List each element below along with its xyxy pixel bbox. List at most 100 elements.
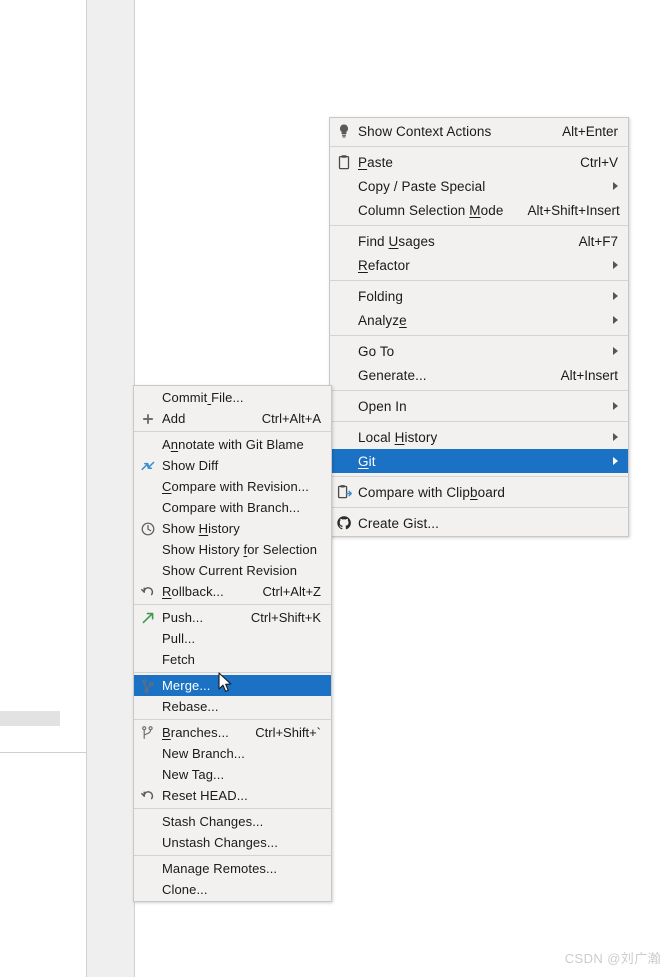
branch-icon bbox=[138, 725, 158, 741]
menu-item-label: Compare with Branch... bbox=[162, 500, 301, 515]
submenu-chevron-icon bbox=[613, 316, 618, 324]
menu-item-new-tag[interactable]: New Tag... bbox=[134, 764, 331, 785]
menu-item-refactor[interactable]: Refactor bbox=[330, 253, 628, 277]
menu-item-compare-with-branch[interactable]: Compare with Branch... bbox=[134, 497, 331, 518]
menu-item-label: Copy / Paste Special bbox=[358, 178, 486, 194]
menu-item-commit-file[interactable]: Commit File... bbox=[134, 387, 331, 408]
no-icon-spacer bbox=[138, 882, 158, 898]
menu-item-manage-remotes[interactable]: Manage Remotes... bbox=[134, 858, 331, 879]
menu-item-show-history[interactable]: Show History bbox=[134, 518, 331, 539]
menu-separator bbox=[134, 431, 331, 432]
github-icon bbox=[337, 516, 351, 530]
clock-icon bbox=[141, 522, 155, 535]
no-icon-spacer bbox=[334, 257, 354, 273]
no-icon-spacer bbox=[138, 835, 158, 851]
menu-item-local-history[interactable]: Local History bbox=[330, 425, 628, 449]
menu-separator bbox=[330, 335, 628, 336]
plus-icon bbox=[143, 413, 153, 424]
editor-gutter bbox=[86, 0, 135, 977]
menu-item-rollback[interactable]: Rollback... Ctrl+Alt+Z bbox=[134, 581, 331, 602]
no-icon-spacer bbox=[334, 178, 354, 194]
menu-item-stash-changes[interactable]: Stash Changes... bbox=[134, 811, 331, 832]
menu-item-open-in[interactable]: Open In bbox=[330, 394, 628, 418]
menu-item-merge[interactable]: Merge... bbox=[134, 675, 331, 696]
menu-item-analyze[interactable]: Analyze bbox=[330, 308, 628, 332]
menu-item-generate[interactable]: Generate... Alt+Insert bbox=[330, 363, 628, 387]
menu-item-show-diff[interactable]: Show Diff bbox=[134, 455, 331, 476]
menu-item-label: Show Diff bbox=[162, 458, 219, 473]
menu-item-label: Git bbox=[358, 453, 376, 469]
menu-separator bbox=[134, 604, 331, 605]
menu-item-accelerator: Alt+Insert bbox=[560, 367, 618, 383]
diff-arrows-icon bbox=[141, 461, 155, 470]
menu-item-clone[interactable]: Clone... bbox=[134, 879, 331, 900]
menu-item-accelerator: Ctrl+Shift+` bbox=[255, 725, 321, 740]
menu-item-folding[interactable]: Folding bbox=[330, 284, 628, 308]
menu-item-paste[interactable]: Paste Ctrl+V bbox=[330, 150, 628, 174]
menu-item-create-gist[interactable]: Create Gist... bbox=[330, 511, 628, 535]
csdn-watermark: CSDN @刘广瀚 bbox=[564, 951, 661, 966]
menu-item-label: Open In bbox=[358, 398, 407, 414]
menu-item-copy-paste-special[interactable]: Copy / Paste Special bbox=[330, 174, 628, 198]
no-icon-spacer bbox=[334, 288, 354, 304]
menu-separator bbox=[330, 476, 628, 477]
menu-item-git[interactable]: Git bbox=[330, 449, 628, 473]
menu-item-show-current-revision[interactable]: Show Current Revision bbox=[134, 560, 331, 581]
branch-icon bbox=[142, 725, 153, 739]
menu-item-label: Find Usages bbox=[358, 233, 435, 249]
menu-item-label: Paste bbox=[358, 154, 394, 170]
menu-item-reset-head[interactable]: Reset HEAD... bbox=[134, 785, 331, 806]
menu-item-unstash-changes[interactable]: Unstash Changes... bbox=[134, 832, 331, 853]
no-icon-spacer bbox=[138, 390, 158, 406]
no-icon-spacer bbox=[138, 437, 158, 453]
no-icon-spacer bbox=[334, 343, 354, 359]
menu-item-branches[interactable]: Branches... Ctrl+Shift+` bbox=[134, 722, 331, 743]
menu-item-label: New Branch... bbox=[162, 746, 245, 761]
no-icon-spacer bbox=[334, 202, 354, 218]
menu-item-label: Analyze bbox=[358, 312, 407, 328]
menu-item-compare-with-revision[interactable]: Compare with Revision... bbox=[134, 476, 331, 497]
menu-item-accelerator: Ctrl+Alt+Z bbox=[262, 584, 321, 599]
no-icon-spacer bbox=[138, 542, 158, 558]
menu-item-rebase[interactable]: Rebase... bbox=[134, 696, 331, 717]
menu-separator bbox=[134, 672, 331, 673]
undo-icon bbox=[141, 586, 154, 595]
menu-item-pull[interactable]: Pull... bbox=[134, 628, 331, 649]
menu-item-label: Compare with Clipboard bbox=[358, 484, 506, 500]
menu-item-accelerator: Alt+Enter bbox=[562, 123, 618, 139]
menu-separator bbox=[330, 225, 628, 226]
menu-separator bbox=[134, 719, 331, 720]
menu-separator bbox=[134, 808, 331, 809]
menu-item-show-history-for-selection[interactable]: Show History for Selection bbox=[134, 539, 331, 560]
submenu-chevron-icon bbox=[613, 402, 618, 410]
menu-item-compare-with-clipboard[interactable]: Compare with Clipboard bbox=[330, 480, 628, 504]
menu-item-label: Show History bbox=[162, 521, 240, 536]
menu-item-label: Stash Changes... bbox=[162, 814, 264, 829]
menu-item-accelerator: Ctrl+Shift+K bbox=[250, 610, 321, 625]
no-icon-spacer bbox=[334, 233, 354, 249]
menu-item-label: Branches... bbox=[162, 725, 229, 740]
github-icon bbox=[334, 515, 354, 531]
menu-item-column-selection-mode[interactable]: Column Selection Mode Alt+Shift+Insert bbox=[330, 198, 628, 222]
lightbulb-icon bbox=[334, 123, 354, 139]
menu-item-go-to[interactable]: Go To bbox=[330, 339, 628, 363]
menu-item-fetch[interactable]: Fetch bbox=[134, 649, 331, 670]
menu-item-label: Clone... bbox=[162, 882, 208, 897]
menu-separator bbox=[134, 855, 331, 856]
menu-item-show-context-actions[interactable]: Show Context Actions Alt+Enter bbox=[330, 119, 628, 143]
push-arrow-icon bbox=[138, 610, 158, 626]
menu-item-label: Show Context Actions bbox=[358, 123, 492, 139]
editor-context-menu[interactable]: Show Context Actions Alt+Enter Paste Ctrl+V… bbox=[329, 117, 629, 537]
menu-item-add[interactable]: Add Ctrl+Alt+A bbox=[134, 408, 331, 429]
menu-item-push[interactable]: Push... Ctrl+Shift+K bbox=[134, 607, 331, 628]
screen: Show Context Actions Alt+Enter Paste Ctrl+V… bbox=[0, 0, 671, 977]
menu-item-find-usages[interactable]: Find Usages Alt+F7 bbox=[330, 229, 628, 253]
menu-item-new-branch[interactable]: New Branch... bbox=[134, 743, 331, 764]
no-icon-spacer bbox=[138, 652, 158, 668]
menu-item-label: Rollback... bbox=[162, 584, 224, 599]
menu-separator bbox=[330, 507, 628, 508]
menu-item-label: Go To bbox=[358, 343, 395, 359]
clock-icon bbox=[138, 521, 158, 537]
menu-item-annotate-with-git-blame[interactable]: Annotate with Git Blame bbox=[134, 434, 331, 455]
git-submenu[interactable]: Commit File... Add Ctrl+Alt+A Annotate with… bbox=[133, 385, 332, 902]
